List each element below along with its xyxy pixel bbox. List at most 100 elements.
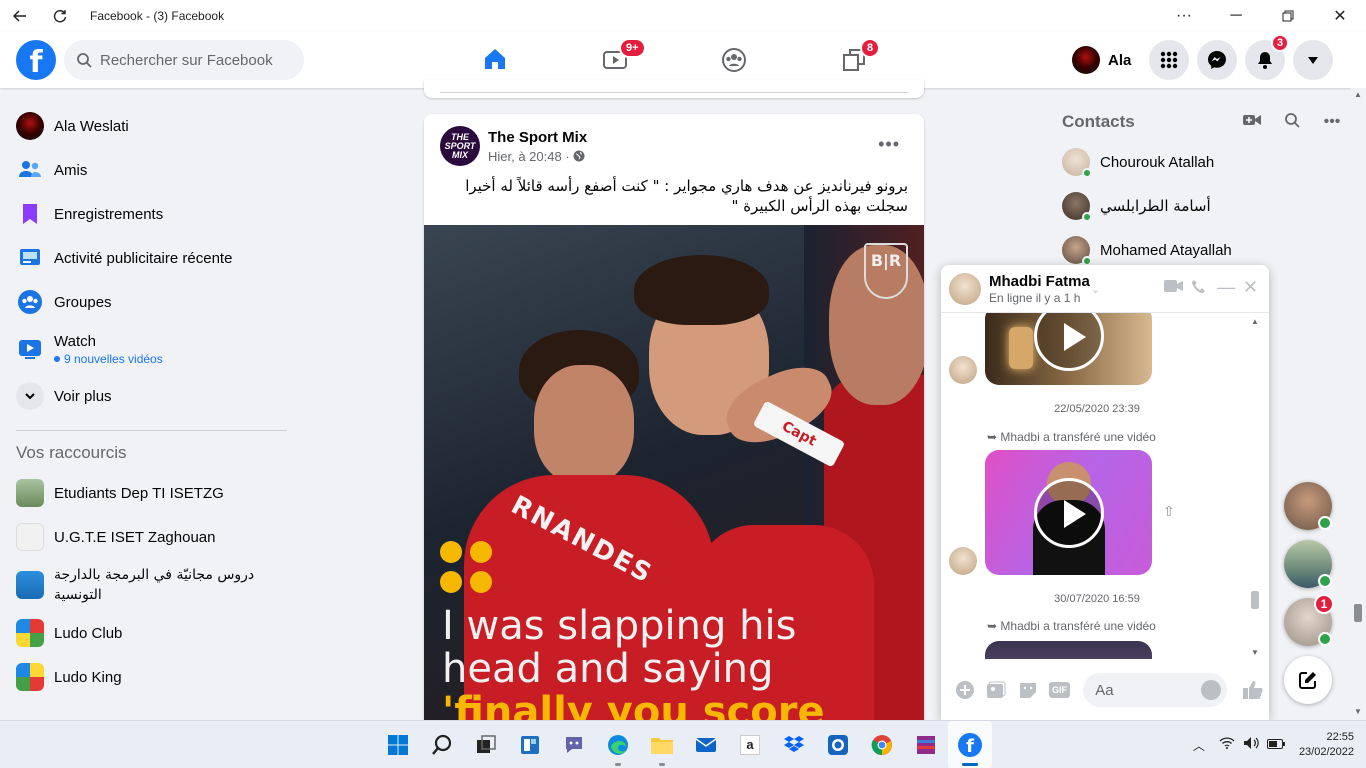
winrar-icon[interactable] [904, 721, 948, 768]
search-icon[interactable] [1272, 112, 1312, 133]
page-scrollbar-thumb[interactable] [1354, 604, 1362, 622]
gif-icon[interactable]: GIF [1044, 674, 1076, 706]
menu-button[interactable] [1149, 40, 1189, 80]
search-box[interactable] [64, 40, 304, 80]
contacts-panel: Contacts ••• Chourouk Atallah أسامة الطر… [1052, 104, 1352, 272]
chat-head[interactable] [1284, 540, 1332, 588]
sidebar-item-ad-activity[interactable]: Activité publicitaire récente [8, 236, 298, 280]
contact-item[interactable]: Chourouk Atallah [1052, 140, 1352, 184]
home-icon [485, 48, 505, 69]
widgets-icon[interactable] [508, 721, 552, 768]
contact-name: Chourouk Atallah [1100, 153, 1215, 171]
close-icon[interactable]: ✕ [1243, 277, 1258, 298]
chat-status: En ligne il y a 1 h [989, 290, 1081, 305]
chat-scrollbar[interactable]: ▲ ▼ [1249, 317, 1261, 657]
post-header: THE SPORT MIX The Sport Mix Hier, à 20:4… [440, 126, 587, 166]
contact-item[interactable]: أسامة الطرابلسي [1052, 184, 1352, 228]
battery-icon[interactable] [1266, 736, 1285, 754]
shortcut-item[interactable]: Ludo King [8, 655, 298, 699]
shortcut-item[interactable]: دروس مجانيّة في البرمجة بالدارجة التونسي… [8, 559, 298, 611]
amazon-icon[interactable]: a [728, 721, 772, 768]
volume-icon[interactable] [1243, 736, 1259, 755]
sticker-icon[interactable] [1012, 674, 1044, 706]
video-call-icon[interactable] [1164, 279, 1184, 298]
like-icon[interactable] [1237, 674, 1269, 706]
file-explorer-icon[interactable] [640, 721, 684, 768]
mail-icon[interactable] [684, 721, 728, 768]
video-message[interactable] [985, 641, 1152, 659]
messenger-button[interactable] [1197, 40, 1237, 80]
bell-icon [1258, 52, 1272, 69]
chat-head[interactable] [1284, 482, 1332, 530]
shortcut-label: Ludo King [54, 668, 122, 686]
clock[interactable]: 22:55 23/02/2022 [1299, 730, 1354, 760]
minimize-button[interactable]: ─ [1210, 0, 1262, 32]
task-view-icon[interactable] [464, 721, 508, 768]
account-button[interactable] [1293, 40, 1333, 80]
share-icon[interactable]: ⇧ [1163, 503, 1175, 520]
taskbar-search-icon[interactable] [420, 721, 464, 768]
previous-post-bottom [424, 80, 924, 98]
chrome-icon[interactable] [860, 721, 904, 768]
shortcut-item[interactable]: U.G.T.E ISET Zaghouan [8, 515, 298, 559]
phone-icon[interactable] [1191, 279, 1207, 300]
new-message-button[interactable] [1284, 656, 1332, 704]
maximize-button[interactable] [1262, 0, 1314, 32]
shortcut-item[interactable]: Ludo Club [8, 611, 298, 655]
chat-messages: 22/05/2020 23:39 ➥ Mhadbi a transféré un… [941, 313, 1253, 659]
edge-icon[interactable] [596, 721, 640, 768]
chevron-down-icon[interactable]: ⌄ [1091, 283, 1100, 296]
sidebar-item-groups[interactable]: Groupes [8, 280, 298, 324]
post-page-name[interactable]: The Sport Mix [488, 129, 587, 146]
gaming-badge: 8 [860, 38, 881, 58]
app-icon[interactable] [816, 721, 860, 768]
minimize-chat-icon[interactable]: — [1217, 277, 1235, 298]
compose-icon [1299, 672, 1316, 689]
chevron-up-icon[interactable]: ︿ [1193, 737, 1205, 754]
facebook-taskbar-icon[interactable]: f [948, 721, 992, 768]
sidebar-item-profile[interactable]: Ala Weslati [8, 104, 298, 148]
video-room-icon[interactable] [1232, 113, 1272, 132]
page-scrollbar[interactable]: ▲ ▼ [1350, 88, 1366, 718]
facebook-logo-icon[interactable]: f [16, 40, 56, 80]
chat-head-badge: 1 [1314, 594, 1334, 614]
add-icon[interactable] [949, 674, 981, 706]
sidebar-item-see-more[interactable]: Voir plus [8, 374, 298, 418]
chat-contact-name: Mhadbi Fatma [989, 272, 1090, 290]
shortcut-thumbnail [16, 479, 44, 507]
profile-chip[interactable]: Ala [1068, 40, 1139, 80]
post-time[interactable]: Hier, à 20:48 · [488, 149, 570, 164]
chat-scrollbar-thumb[interactable] [1251, 591, 1259, 609]
post-text: برونو فيرنانديز عن هدف هاري مجواير : " ك… [465, 177, 908, 215]
play-icon [1033, 313, 1104, 371]
dropbox-icon[interactable] [772, 721, 816, 768]
more-options-icon[interactable]: ··· [1158, 0, 1210, 32]
sidebar-item-label: Watch [54, 332, 96, 350]
video-message[interactable] [985, 313, 1152, 385]
more-options-icon[interactable]: ••• [1312, 113, 1352, 131]
search-input[interactable] [100, 51, 290, 69]
post-image[interactable]: Capt RNANDES B|R I was slapping his head… [424, 225, 924, 734]
photo-icon[interactable] [981, 674, 1013, 706]
emoji-icon[interactable] [1201, 680, 1222, 700]
close-window-button[interactable]: ✕ [1314, 0, 1366, 32]
sidebar-item-friends[interactable]: Amis [8, 148, 298, 192]
chat-header[interactable]: Mhadbi Fatma En ligne il y a 1 h ⌄ — ✕ [941, 265, 1269, 313]
page-logo[interactable]: THE SPORT MIX [440, 126, 480, 166]
refresh-icon[interactable] [40, 0, 80, 32]
sidebar-item-saved[interactable]: Enregistrements [8, 192, 298, 236]
sidebar-item-watch[interactable]: Watch 9 nouvelles vidéos [8, 324, 298, 374]
avatar [16, 112, 44, 140]
video-message[interactable] [985, 450, 1152, 575]
profile-name: Ala [1108, 51, 1132, 69]
message-input[interactable]: Aa [1083, 673, 1228, 707]
chat-head[interactable]: 1 [1284, 594, 1334, 646]
back-icon[interactable] [0, 0, 40, 32]
sidebar-item-label: Ala Weslati [54, 117, 129, 135]
wifi-icon[interactable] [1219, 736, 1235, 754]
notifications-button[interactable]: 3 [1245, 34, 1289, 80]
shortcut-item[interactable]: Etudiants Dep TI ISETZG [8, 471, 298, 515]
post-more-options-icon[interactable]: ••• [878, 134, 900, 155]
teams-chat-icon[interactable] [552, 721, 596, 768]
start-icon[interactable] [376, 721, 420, 768]
